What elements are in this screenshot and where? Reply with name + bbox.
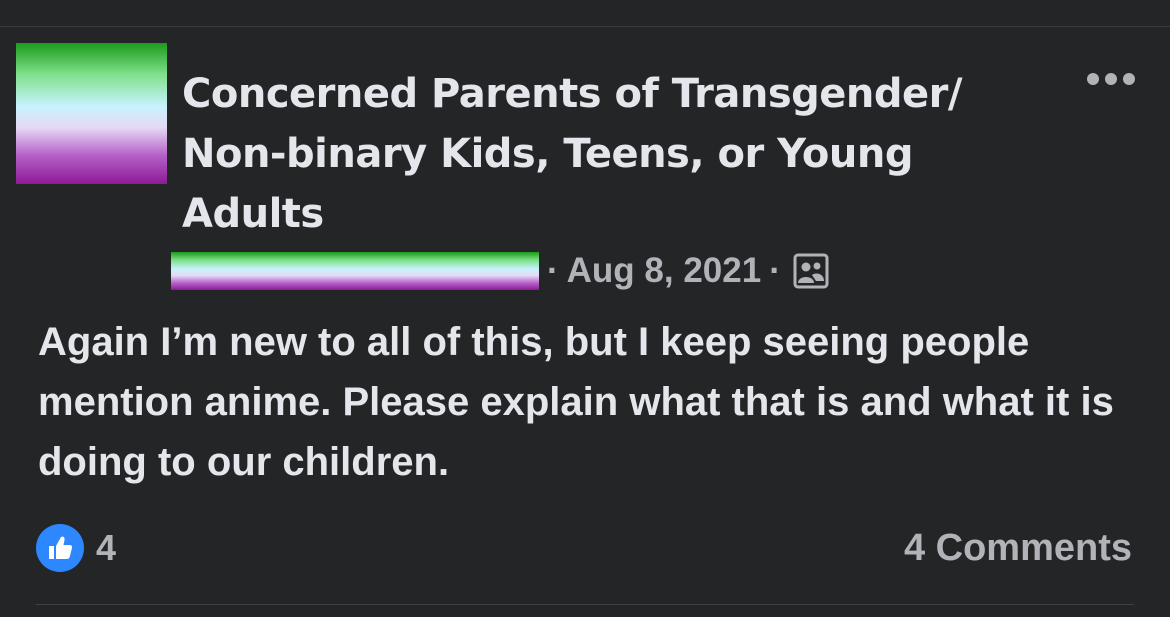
bottom-divider (36, 604, 1134, 605)
group-avatar[interactable] (16, 43, 167, 184)
group-members-icon (793, 253, 829, 289)
top-divider (0, 26, 1170, 27)
post-timestamp[interactable]: Aug 8, 2021 (567, 251, 762, 291)
meta-separator: · (547, 251, 559, 290)
more-options-button[interactable] (1084, 64, 1138, 94)
author-name-redacted[interactable] (171, 252, 539, 290)
comments-count-link[interactable]: 4 Comments (904, 524, 1132, 572)
reactions-summary[interactable]: 4 (36, 524, 116, 572)
post-body-text: Again I’m new to all of this, but I keep… (38, 320, 1114, 484)
thumbs-up-icon (36, 524, 84, 572)
meta-separator: · (769, 251, 781, 290)
reaction-count: 4 (96, 527, 117, 568)
post-meta: · Aug 8, 2021 · (171, 248, 829, 294)
group-name[interactable]: Concerned Parents of Transgender/ Non-bi… (182, 64, 1062, 244)
more-horizontal-icon (1087, 73, 1135, 85)
